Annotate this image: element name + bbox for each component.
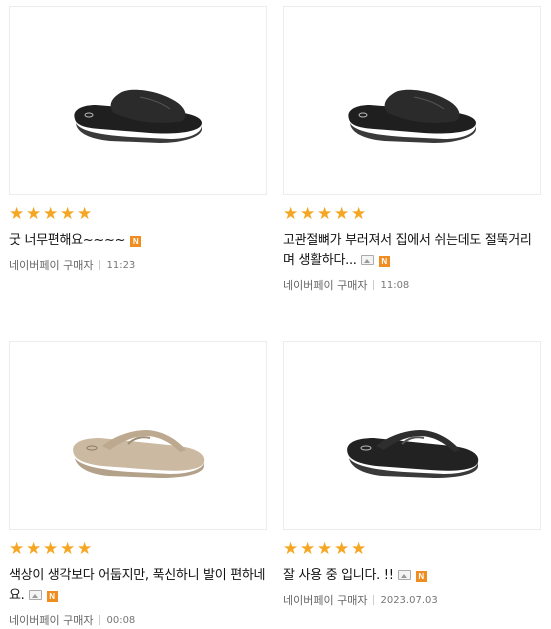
star-icon: ★ xyxy=(300,204,316,224)
review-author: 네이버페이 구매자 xyxy=(9,614,94,627)
rating-stars: ★ ★ ★ ★ ★ xyxy=(283,541,541,559)
review-text: 잘 사용 중 입니다. !! xyxy=(283,568,394,583)
review-text: 굿 너무편해요~~~~ xyxy=(9,233,126,248)
divider xyxy=(99,615,101,625)
star-icon: ★ xyxy=(43,539,59,559)
review-meta: 네이버페이 구매자 2023.07.03 xyxy=(283,592,541,608)
black-slide-sandal-icon xyxy=(348,89,476,143)
divider xyxy=(373,280,375,290)
star-icon: ★ xyxy=(26,539,42,559)
review-text-link[interactable]: 색상이 생각보다 어둡지만, 푹신하니 발이 편하네요. N xyxy=(9,566,267,606)
new-badge: N xyxy=(415,571,427,582)
review-time: 11:23 xyxy=(106,259,136,271)
star-icon: ★ xyxy=(60,204,76,224)
new-badge: N xyxy=(378,256,390,267)
review-card: ★ ★ ★ ★ ★ 색상이 생각보다 어둡지만, 푹신하니 발이 편하네요. N … xyxy=(9,341,267,628)
star-icon: ★ xyxy=(334,204,350,224)
review-time: 11:08 xyxy=(380,279,410,291)
star-icon: ★ xyxy=(351,539,367,559)
new-badge: N xyxy=(46,591,58,602)
review-time: 00:08 xyxy=(106,614,136,626)
review-text: 고관절뼈가 부러져서 집에서 쉬는데도 절뚝거리며 생활하다... xyxy=(283,233,532,268)
review-meta: 네이버페이 구매자 00:08 xyxy=(9,612,267,628)
review-text-link[interactable]: 잘 사용 중 입니다. !! N xyxy=(283,566,541,586)
review-meta: 네이버페이 구매자 11:23 xyxy=(9,257,267,273)
review-time: 2023.07.03 xyxy=(380,594,438,606)
black-slide-sandal-icon xyxy=(74,89,202,143)
product-thumbnail[interactable] xyxy=(9,6,267,195)
star-icon: ★ xyxy=(334,539,350,559)
beige-flip-flop-icon xyxy=(73,430,205,478)
star-icon: ★ xyxy=(351,204,367,224)
photo-icon xyxy=(360,255,374,265)
star-icon: ★ xyxy=(60,539,76,559)
star-icon: ★ xyxy=(283,539,299,559)
product-thumbnail[interactable] xyxy=(283,341,541,530)
star-icon: ★ xyxy=(77,539,93,559)
review-card: ★ ★ ★ ★ ★ 잘 사용 중 입니다. !! N 네이버페이 구매자 2023… xyxy=(283,341,541,608)
review-author: 네이버페이 구매자 xyxy=(283,594,368,607)
new-badge: N xyxy=(130,236,142,247)
star-icon: ★ xyxy=(77,204,93,224)
divider xyxy=(99,260,101,270)
review-meta: 네이버페이 구매자 11:08 xyxy=(283,277,541,293)
rating-stars: ★ ★ ★ ★ ★ xyxy=(283,206,541,224)
product-thumbnail[interactable] xyxy=(9,341,267,530)
review-text-link[interactable]: 고관절뼈가 부러져서 집에서 쉬는데도 절뚝거리며 생활하다... N xyxy=(283,231,541,271)
star-icon: ★ xyxy=(317,539,333,559)
rating-stars: ★ ★ ★ ★ ★ xyxy=(9,541,267,559)
review-author: 네이버페이 구매자 xyxy=(283,279,368,292)
black-flip-flop-icon xyxy=(347,430,479,478)
star-icon: ★ xyxy=(43,204,59,224)
review-card: ★ ★ ★ ★ ★ 굿 너무편해요~~~~ N 네이버페이 구매자 11:23 xyxy=(9,6,267,273)
star-icon: ★ xyxy=(26,204,42,224)
review-card: ★ ★ ★ ★ ★ 고관절뼈가 부러져서 집에서 쉬는데도 절뚝거리며 생활하다… xyxy=(283,6,541,293)
photo-icon xyxy=(28,590,42,600)
photo-icon xyxy=(397,570,411,580)
star-icon: ★ xyxy=(9,539,25,559)
star-icon: ★ xyxy=(9,204,25,224)
star-icon: ★ xyxy=(283,204,299,224)
divider xyxy=(373,595,375,605)
product-thumbnail[interactable] xyxy=(283,6,541,195)
star-icon: ★ xyxy=(300,539,316,559)
star-icon: ★ xyxy=(317,204,333,224)
rating-stars: ★ ★ ★ ★ ★ xyxy=(9,206,267,224)
review-text-link[interactable]: 굿 너무편해요~~~~ N xyxy=(9,231,267,251)
review-author: 네이버페이 구매자 xyxy=(9,259,94,272)
